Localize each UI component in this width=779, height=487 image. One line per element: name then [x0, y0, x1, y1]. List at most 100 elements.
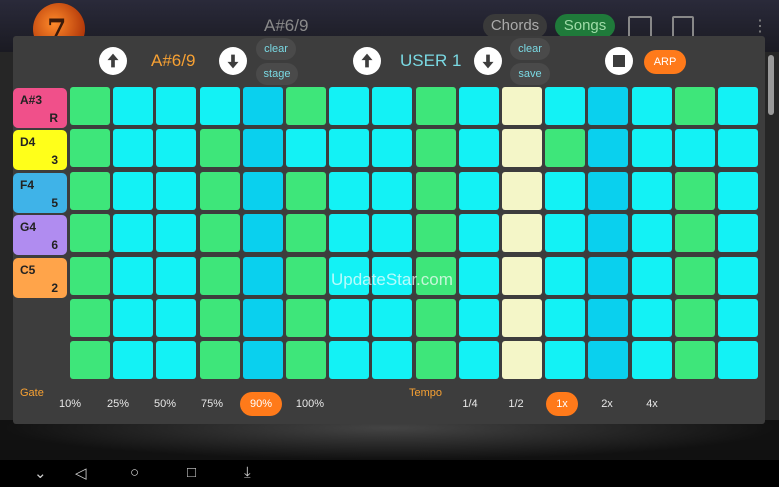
step-cell[interactable] [70, 171, 110, 210]
music-file-icon[interactable] [628, 16, 652, 38]
step-cell[interactable] [718, 341, 758, 380]
step-cell[interactable] [156, 256, 197, 295]
step-cell[interactable] [113, 299, 154, 337]
step-cell[interactable] [718, 256, 758, 295]
step-cell[interactable] [674, 129, 715, 168]
back-icon[interactable]: ◁ [75, 464, 87, 482]
step-cell[interactable] [286, 341, 326, 380]
step-cell[interactable] [631, 299, 672, 337]
step-cell[interactable] [631, 341, 672, 380]
tempo-option[interactable]: 1x [546, 392, 578, 416]
step-cell[interactable] [199, 87, 240, 125]
step-cell[interactable] [242, 87, 283, 125]
tempo-option[interactable]: 1/4 [458, 392, 482, 416]
step-cell[interactable] [674, 341, 715, 380]
step-cell[interactable] [199, 129, 240, 168]
step-cell[interactable] [156, 299, 197, 337]
step-cell[interactable] [329, 129, 370, 168]
step-cell[interactable] [199, 214, 240, 253]
step-cell[interactable] [372, 214, 413, 253]
step-cell[interactable] [415, 214, 456, 253]
note-label-f4[interactable]: F4 5 [13, 172, 67, 213]
arp-toggle-button[interactable]: ARP [644, 50, 686, 74]
step-cell[interactable] [156, 214, 197, 253]
step-cell[interactable] [329, 341, 370, 380]
step-cell[interactable] [199, 171, 240, 210]
step-cell[interactable] [458, 214, 499, 253]
gate-option[interactable]: 100% [295, 392, 325, 416]
step-cell[interactable] [372, 129, 413, 168]
stage-button[interactable]: stage [256, 63, 298, 85]
step-cell[interactable] [329, 299, 370, 337]
step-cell[interactable] [70, 256, 110, 295]
step-cell[interactable] [458, 256, 499, 295]
scrollbar[interactable] [768, 55, 774, 115]
step-cell[interactable] [329, 214, 370, 253]
step-cell[interactable] [199, 341, 240, 380]
step-cell[interactable] [70, 341, 110, 380]
step-cell[interactable] [502, 171, 542, 210]
step-cell[interactable] [631, 129, 672, 168]
clear-preset-button[interactable]: clear [510, 38, 550, 60]
overflow-menu-icon[interactable]: ⋮ [752, 16, 768, 36]
step-cell[interactable] [372, 299, 413, 337]
step-cell[interactable] [113, 256, 154, 295]
step-cell[interactable] [70, 299, 110, 337]
step-cell[interactable] [415, 87, 456, 125]
step-cell[interactable] [329, 171, 370, 210]
step-cell[interactable] [70, 214, 110, 253]
step-cell[interactable] [674, 171, 715, 210]
chord-down-button[interactable] [219, 47, 247, 75]
step-cell[interactable] [113, 341, 154, 380]
step-cell[interactable] [545, 87, 586, 125]
step-cell[interactable] [502, 299, 542, 337]
step-cell[interactable] [242, 341, 283, 380]
step-cell[interactable] [199, 299, 240, 337]
step-cell[interactable] [545, 341, 586, 380]
step-cell[interactable] [286, 171, 326, 210]
step-cell[interactable] [502, 87, 542, 125]
tempo-option[interactable]: 1/2 [503, 392, 529, 416]
step-cell[interactable] [242, 299, 283, 337]
step-cell[interactable] [156, 171, 197, 210]
note-label-d4[interactable]: D4 3 [13, 130, 67, 171]
step-cell[interactable] [545, 299, 586, 337]
step-cell[interactable] [458, 341, 499, 380]
step-cell[interactable] [113, 129, 154, 168]
step-cell[interactable] [156, 341, 197, 380]
step-cell[interactable] [588, 129, 629, 168]
step-cell[interactable] [286, 129, 326, 168]
step-cell[interactable] [545, 214, 586, 253]
step-cell[interactable] [70, 87, 110, 125]
step-cell[interactable] [458, 87, 499, 125]
step-cell[interactable] [545, 129, 586, 168]
step-cell[interactable] [545, 256, 586, 295]
gate-option[interactable]: 10% [58, 392, 82, 416]
step-cell[interactable] [588, 341, 629, 380]
chevron-down-icon[interactable]: ⌄ [34, 464, 47, 482]
step-cell[interactable] [588, 214, 629, 253]
stop-button[interactable] [605, 47, 633, 75]
step-cell[interactable] [545, 171, 586, 210]
step-cell[interactable] [415, 299, 456, 337]
step-cell[interactable] [415, 171, 456, 210]
step-cell[interactable] [242, 171, 283, 210]
gate-option[interactable]: 25% [106, 392, 130, 416]
tempo-option[interactable]: 2x [597, 392, 617, 416]
step-cell[interactable] [70, 129, 110, 168]
step-cell[interactable] [113, 171, 154, 210]
step-cell[interactable] [718, 214, 758, 253]
step-cell[interactable] [286, 256, 326, 295]
step-cell[interactable] [286, 214, 326, 253]
step-cell[interactable] [674, 87, 715, 125]
step-cell[interactable] [718, 129, 758, 168]
tab-chords[interactable]: Chords [483, 14, 547, 38]
step-cell[interactable] [242, 129, 283, 168]
step-cell[interactable] [199, 256, 240, 295]
note-label-c5[interactable]: C5 2 [13, 257, 67, 298]
step-cell[interactable] [588, 87, 629, 125]
gate-option[interactable]: 90% [240, 392, 282, 416]
step-cell[interactable] [588, 171, 629, 210]
step-cell[interactable] [242, 214, 283, 253]
step-cell[interactable] [372, 341, 413, 380]
